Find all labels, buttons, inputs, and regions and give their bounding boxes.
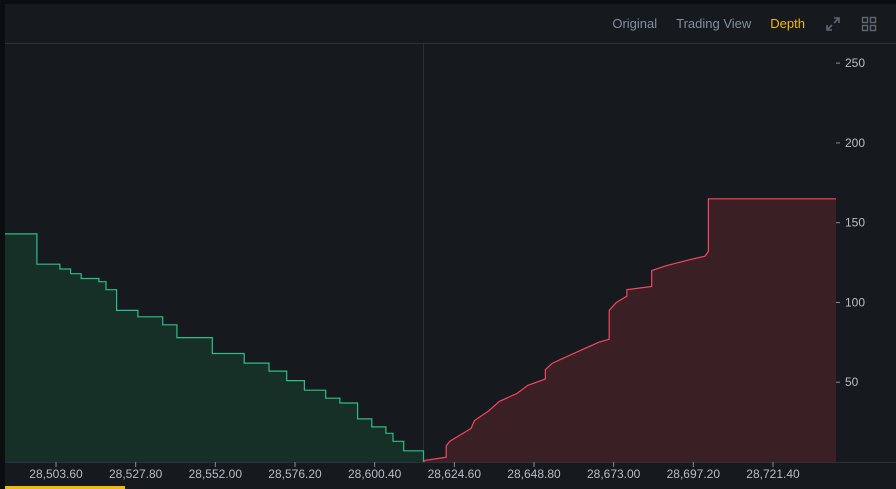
x-tick-label: 28,552.00 — [189, 467, 243, 481]
expand-icon[interactable] — [824, 15, 842, 33]
x-tick-label: 28,576.20 — [268, 467, 322, 481]
x-tick-label: 28,527.80 — [109, 467, 163, 481]
x-tick-label: 28,624.60 — [428, 467, 482, 481]
chart-toolbar: Original Trading View Depth — [5, 4, 896, 44]
ask-depth-area — [423, 198, 836, 463]
x-tick-label: 28,600.40 — [348, 467, 402, 481]
depth-chart-panel: Original Trading View Depth 50 100 150 200 2… — [0, 0, 896, 489]
y-axis-background — [836, 44, 896, 489]
y-tick-label: 50 — [845, 375, 859, 389]
y-tick-label: 250 — [845, 56, 865, 70]
x-tick-label: 28,673.00 — [587, 467, 641, 481]
tab-trading-view[interactable]: Trading View — [676, 16, 751, 31]
x-tick-label: 28,697.20 — [667, 467, 721, 481]
bid-depth-area — [5, 233, 424, 462]
y-tick-label: 150 — [845, 216, 865, 230]
depth-chart-svg: 50 100 150 200 250 28,503.60 28,527.80 28,552.0… — [5, 44, 896, 489]
x-tick-label: 28,648.80 — [507, 467, 561, 481]
x-tick-label: 28,503.60 — [29, 467, 83, 481]
y-tick-label: 200 — [845, 136, 865, 150]
grid-layout-icon[interactable] — [860, 15, 878, 33]
tab-depth[interactable]: Depth — [770, 16, 805, 31]
x-tick-label: 28,721.40 — [746, 467, 800, 481]
tab-original[interactable]: Original — [612, 16, 657, 31]
depth-chart: 50 100 150 200 250 28,503.60 28,527.80 28,552.0… — [5, 44, 896, 489]
y-tick-label: 100 — [845, 295, 865, 309]
